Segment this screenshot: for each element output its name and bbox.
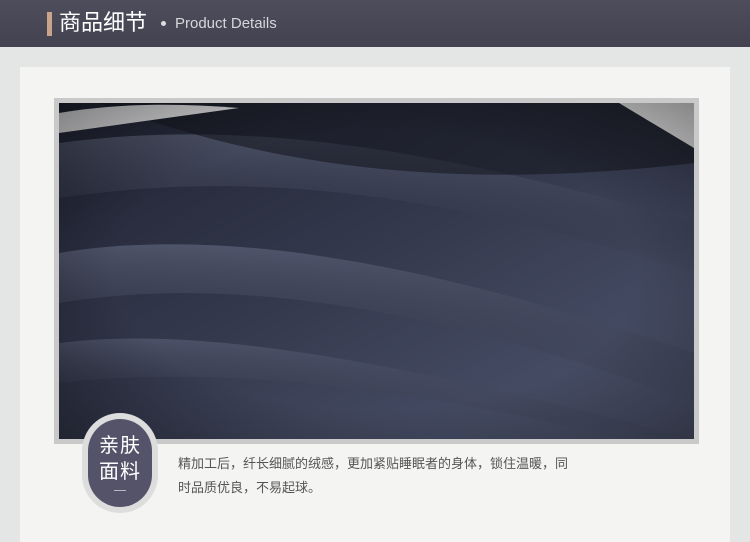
description-line: 时品质优良，不易起球。 [178,481,322,496]
accent-bar-icon [47,12,52,36]
bullet-dot-icon [161,21,166,26]
badge-dash-icon [114,490,126,491]
section-title: 商品细节 [59,11,148,36]
feature-description: 精加工后，纤长细腻的绒感，更加紧贴睡眠者的身体，锁住温暖，同 时品质优良，不易起… [178,453,618,501]
section-subtitle: Product Details [175,15,277,32]
section-header: 商品细节 Product Details [0,0,750,47]
feature-badge: 亲肤 面料 [88,419,152,507]
badge-text-line2: 面料 [99,459,141,483]
description-line: 精加工后，纤长细腻的绒感，更加紧贴睡眠者的身体，锁住温暖，同 [178,457,569,472]
badge-text-line1: 亲肤 [99,433,141,457]
fabric-detail-photo [59,103,694,439]
